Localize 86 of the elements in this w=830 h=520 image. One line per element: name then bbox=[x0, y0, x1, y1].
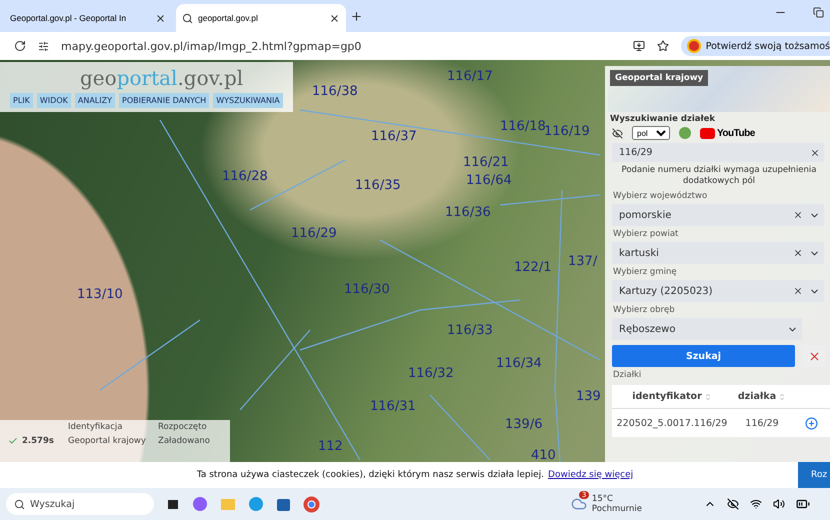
parcel-number: 116/32 bbox=[408, 366, 454, 381]
menu-item[interactable]: ANALIZY bbox=[74, 93, 115, 108]
weather-condition: Pochmurnie bbox=[592, 504, 642, 514]
browser-tab[interactable]: Geoportal.gov.pl - Geoportal In bbox=[4, 4, 172, 32]
dropdown-select[interactable]: Kartuzy (2205023) bbox=[612, 280, 824, 302]
menu-item[interactable]: WIDOK bbox=[36, 93, 71, 108]
clear-icon[interactable] bbox=[810, 148, 820, 158]
table-cell-text: 116/29 bbox=[744, 416, 780, 431]
clear-icon[interactable] bbox=[793, 248, 803, 258]
column-header[interactable]: identyfikator bbox=[612, 385, 732, 410]
add-icon[interactable] bbox=[804, 416, 818, 430]
panel-title: Wyszukiwanie działek bbox=[609, 113, 716, 124]
log-time: 2.579s bbox=[22, 436, 55, 446]
clear-icon[interactable] bbox=[793, 210, 803, 220]
accept-button[interactable]: Roz bbox=[798, 462, 830, 488]
log-source: Geoportal krajowy bbox=[68, 436, 147, 446]
parcel-number: 139/6 bbox=[505, 417, 542, 432]
column-header[interactable]: działka bbox=[732, 385, 792, 410]
menu-item[interactable]: POBIERANIE DANYCH bbox=[119, 93, 210, 108]
parcel-number: 116/31 bbox=[370, 399, 416, 414]
parcel-number: 116/37 bbox=[371, 129, 417, 144]
parcel-search-field[interactable]: 116/29 bbox=[612, 143, 824, 162]
parcel-number: 116/38 bbox=[312, 84, 358, 99]
overview-map-title: Geoportal krajowy bbox=[610, 70, 708, 86]
more-info-link[interactable]: Dowiedz się więcej bbox=[548, 470, 634, 480]
temperature: 15°C bbox=[592, 494, 614, 504]
table-cell-text: 220502_5.0017.116/29 bbox=[616, 416, 728, 431]
volume-icon[interactable] bbox=[773, 498, 785, 510]
video-logo[interactable]: YouTube bbox=[700, 128, 755, 138]
parcel-number: 116/18 bbox=[500, 119, 546, 134]
parcel-number: 122/1 bbox=[514, 260, 552, 275]
parcel-number: 116/28 bbox=[222, 169, 268, 184]
cloud-icon bbox=[570, 496, 587, 512]
menu-item[interactable]: PLIK bbox=[10, 93, 33, 108]
reload-icon[interactable] bbox=[14, 40, 26, 52]
avatar-icon bbox=[686, 39, 701, 53]
field-label: Wybierz województwo bbox=[612, 190, 708, 204]
bookmark-star-icon[interactable] bbox=[656, 40, 669, 52]
parcel-number: 139 bbox=[576, 389, 601, 404]
chrome-icon[interactable] bbox=[303, 496, 320, 512]
address-field[interactable]: mapy.geoportal.gov.pl/imap/Imgp_2.html?gpmap=gp0 bbox=[61, 40, 621, 52]
install-app-icon[interactable] bbox=[632, 40, 645, 52]
clear-icon[interactable] bbox=[793, 286, 803, 296]
search-icon bbox=[14, 498, 25, 510]
language-select[interactable]: pol bbox=[632, 126, 670, 140]
log-status: Załadowano bbox=[158, 436, 212, 446]
site-logo: geoportal.gov.pl bbox=[80, 66, 244, 90]
dropdown-select[interactable]: Ręboszewo bbox=[612, 318, 802, 340]
close-icon[interactable] bbox=[155, 12, 166, 24]
field-label: Wybierz obręb bbox=[612, 304, 676, 318]
cookie-notice: Ta strona używa ciasteczek (cookies), dzięki którym nasz serwis działa lepiej. bbox=[196, 470, 544, 480]
field-label: Wybierz powiat bbox=[612, 228, 680, 242]
parcel-number: 116/21 bbox=[463, 155, 509, 170]
taskbar-search[interactable]: Wyszukaj bbox=[6, 493, 154, 515]
info-note: Podanie numeru działki wymaga uzupełnienia dodatkowych pól bbox=[620, 165, 818, 186]
dropdown-select[interactable]: pomorskie bbox=[612, 204, 824, 226]
log-header: Rozpoczęto bbox=[158, 422, 208, 432]
parcel-number: 116/30 bbox=[344, 282, 390, 297]
parcel-number: 112 bbox=[318, 439, 343, 454]
site-settings-icon[interactable] bbox=[38, 40, 49, 52]
new-tab-icon[interactable] bbox=[350, 10, 363, 22]
parcel-number: 116/64 bbox=[466, 173, 512, 188]
log-header: Identyfikacja bbox=[68, 422, 124, 432]
results-title: Działki bbox=[612, 369, 642, 382]
dropdown-select[interactable]: kartuski bbox=[612, 242, 824, 264]
parcel-number: 116/36 bbox=[445, 205, 491, 220]
battery-icon[interactable] bbox=[796, 497, 810, 511]
profile-button[interactable]: Potwierdź swoją tożsamoś bbox=[680, 36, 830, 56]
restore-icon[interactable] bbox=[813, 6, 824, 18]
reset-button[interactable] bbox=[803, 345, 825, 368]
parcel-number: 116/34 bbox=[496, 356, 542, 371]
parcel-number: 116/29 bbox=[291, 226, 337, 241]
parcel-number: 410 bbox=[531, 448, 556, 462]
search-button[interactable]: Szukaj bbox=[612, 345, 795, 368]
parcel-number: 113/10 bbox=[77, 287, 123, 302]
browser-tab[interactable]: geoportal.gov.pl bbox=[176, 4, 346, 32]
parcel-number: 116/35 bbox=[355, 178, 401, 193]
close-icon bbox=[808, 350, 820, 363]
parcel-number: 116/33 bbox=[447, 323, 493, 338]
parcel-number: 116/19 bbox=[544, 124, 590, 139]
parcel-number: 137/ bbox=[568, 254, 598, 269]
parcel-number: 116/17 bbox=[447, 69, 493, 84]
field-label: Wybierz gminę bbox=[612, 266, 678, 280]
menu-item[interactable]: WYSZUKIWANIA bbox=[213, 93, 283, 108]
close-icon[interactable] bbox=[329, 12, 340, 24]
site-favicon bbox=[182, 12, 193, 24]
